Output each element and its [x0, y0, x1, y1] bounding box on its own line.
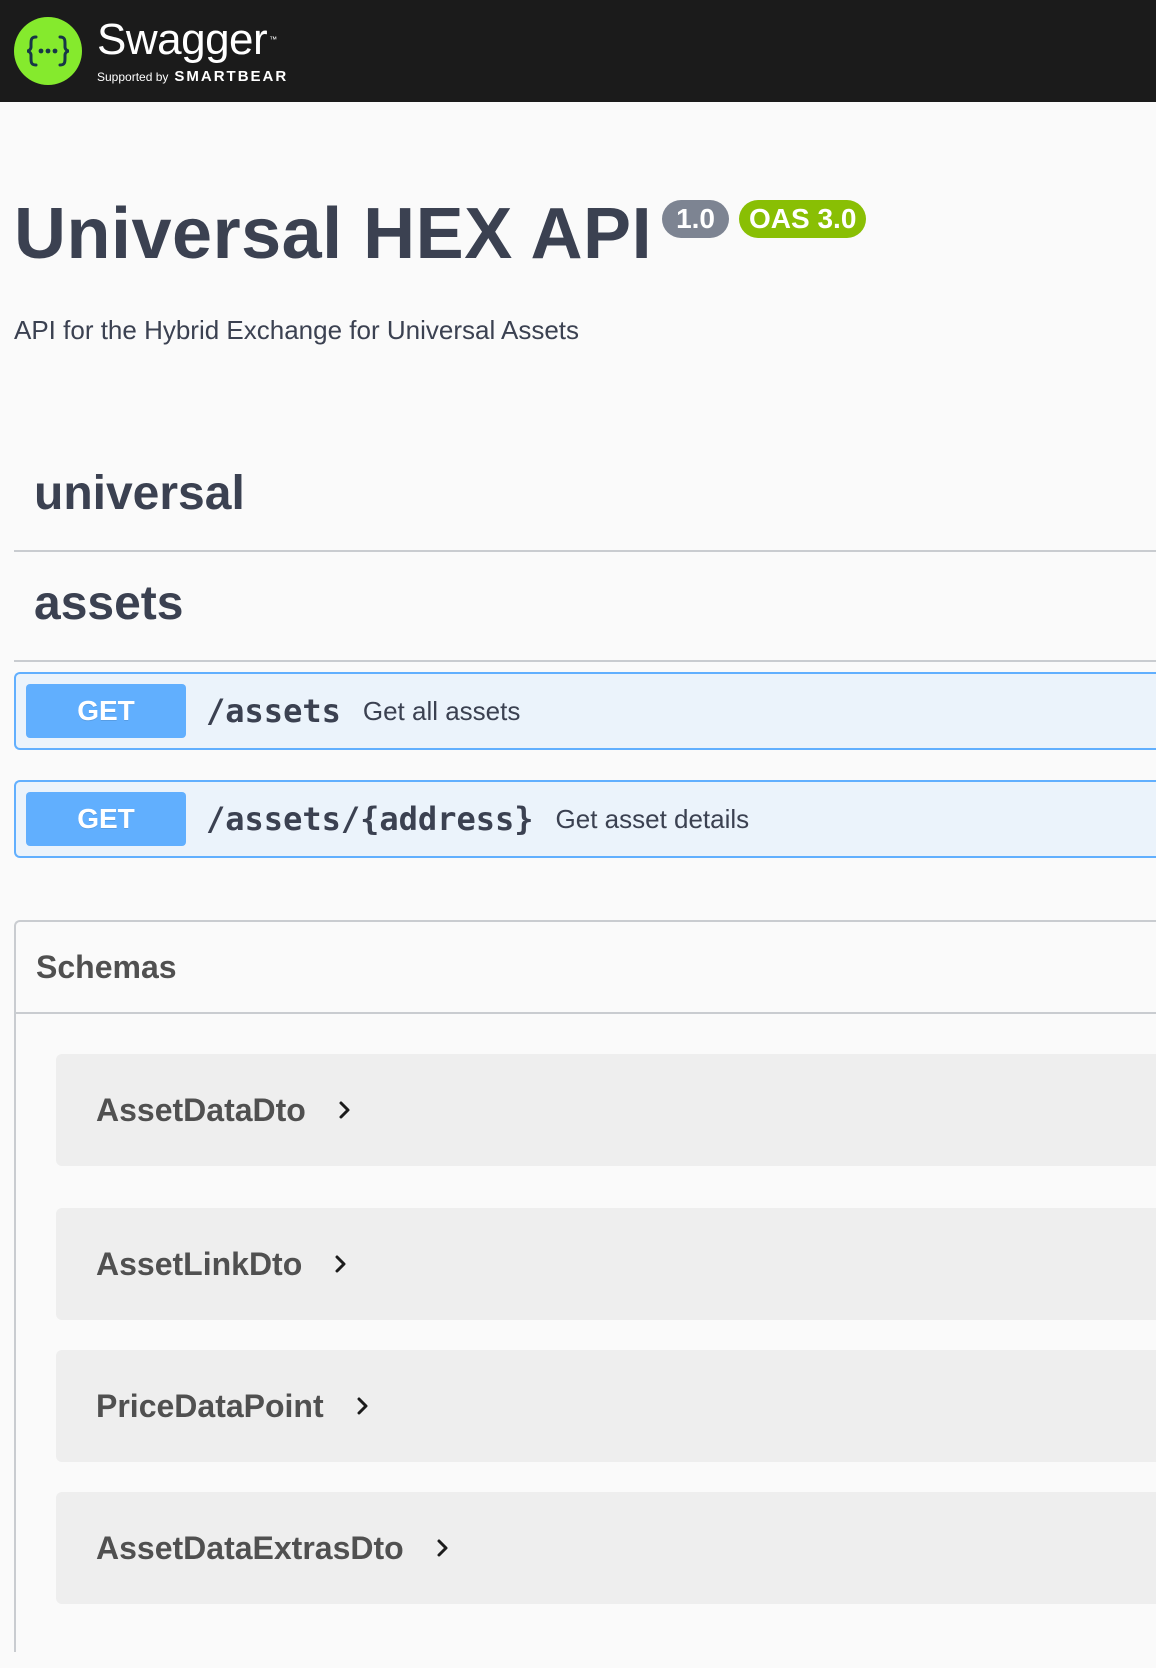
operation-path: /assets: [206, 692, 341, 730]
http-method-badge: GET: [26, 684, 186, 738]
model-name: AssetDataExtrasDto: [96, 1529, 404, 1566]
tag-section-universal: universal: [14, 442, 1156, 552]
tag-section-assets: assets GET /assets Get all assets GET /a…: [14, 552, 1156, 858]
tag-header-assets[interactable]: assets: [14, 552, 1156, 662]
api-info: Universal HEX API 1.0 OAS 3.0 API for th…: [0, 102, 1156, 346]
model-name: AssetDataDto: [96, 1091, 306, 1128]
api-title: Universal HEX API: [14, 194, 653, 274]
logo-name: Swagger ™: [97, 15, 277, 64]
http-method-badge: GET: [26, 792, 186, 846]
model-asset-data-dto[interactable]: AssetDataDto: [56, 1054, 1156, 1166]
operation-summary: Get all assets: [362, 695, 521, 726]
topbar: Swagger ™ Supported by SMARTBEAR: [0, 0, 1156, 102]
swagger-logo-link[interactable]: Swagger ™ Supported by SMARTBEAR: [14, 17, 288, 85]
operation-summary: Get asset details: [555, 803, 750, 834]
logo-subtitle: Supported by SMARTBEAR: [97, 68, 289, 85]
models-list: AssetDataDto AssetLinkDto PriceDataPoint…: [16, 1014, 1156, 1604]
opblock-get-asset-details[interactable]: GET /assets/{address} Get asset details: [14, 780, 1156, 858]
tag-name: assets: [34, 576, 184, 630]
operation-path: /assets/{address}: [206, 800, 534, 838]
model-asset-data-extras-dto[interactable]: AssetDataExtrasDto: [56, 1492, 1156, 1604]
smartbear-brand: SMARTBEAR: [174, 68, 289, 85]
schemas-title: Schemas: [36, 948, 177, 985]
model-name: PriceDataPoint: [96, 1387, 324, 1424]
operations-list: GET /assets Get all assets GET /assets/{…: [14, 662, 1156, 858]
chevron-right-icon: [356, 1396, 372, 1416]
version-badge: 1.0: [662, 200, 730, 238]
logo-text: Swagger ™ Supported by SMARTBEAR: [97, 15, 289, 85]
chevron-right-icon: [338, 1100, 354, 1120]
model-price-data-point[interactable]: PriceDataPoint: [56, 1350, 1156, 1462]
schemas-header[interactable]: Schemas: [16, 922, 1156, 1014]
title-row: Universal HEX API 1.0 OAS 3.0: [14, 190, 1156, 278]
oas-badge: OAS 3.0: [739, 200, 867, 238]
chevron-right-icon: [334, 1254, 350, 1274]
model-name: AssetLinkDto: [96, 1245, 303, 1282]
chevron-right-icon: [436, 1538, 452, 1558]
operation-tags: universal assets GET /assets Get all ass…: [0, 442, 1156, 858]
opblock-get-assets[interactable]: GET /assets Get all assets: [14, 672, 1156, 750]
schemas-section: Schemas AssetDataDto AssetLinkDto PriceD…: [14, 920, 1156, 1652]
model-asset-link-dto[interactable]: AssetLinkDto: [56, 1208, 1156, 1320]
tag-header-universal[interactable]: universal: [14, 442, 1156, 552]
swagger-braces-icon: [14, 17, 82, 85]
supported-by-label: Supported by: [97, 70, 169, 84]
api-description: API for the Hybrid Exchange for Universa…: [14, 315, 580, 345]
tag-name: universal: [34, 466, 245, 520]
trademark-mark: ™: [269, 35, 277, 44]
